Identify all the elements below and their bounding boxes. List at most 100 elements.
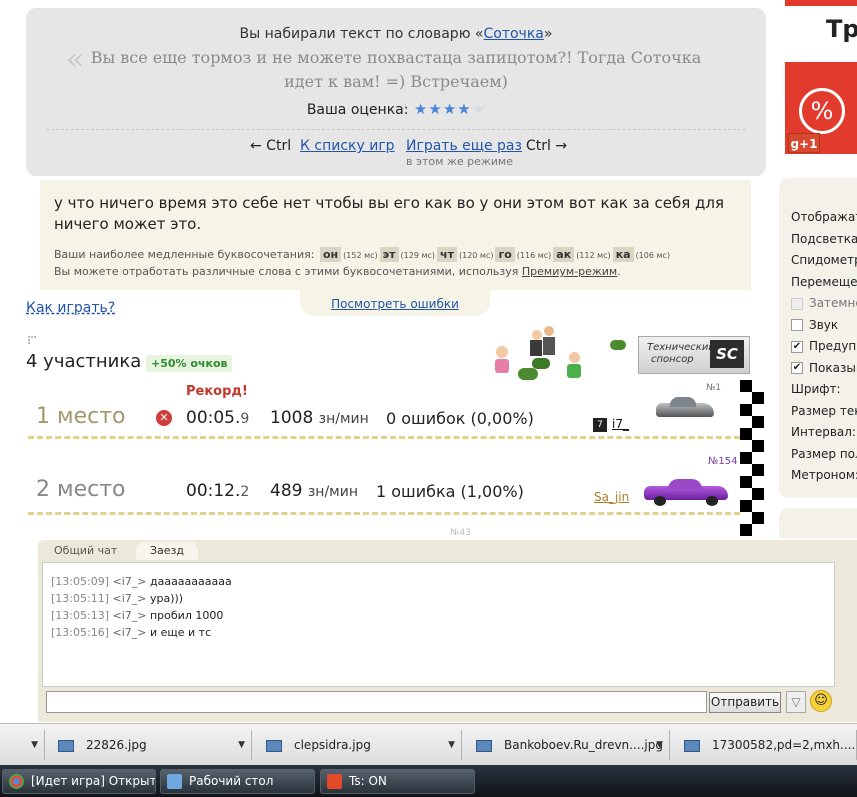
car-icon [518, 368, 538, 380]
star-icon[interactable]: ★ [414, 100, 427, 118]
speed-value: 489 [270, 481, 303, 501]
download-item[interactable]: Bankoboev.Ru_drevn....jpg ▼ [476, 730, 670, 760]
participants-count: 4 участника [26, 351, 142, 372]
chat-message-nick[interactable]: <i7_> [112, 575, 150, 588]
star-icon[interactable]: ★ [443, 100, 456, 118]
taskbar-item-game[interactable]: [Идет игра] Открыт... [2, 769, 156, 794]
time-main: 00:05. [186, 408, 241, 428]
bonus-badge: +50% очков [146, 355, 233, 372]
finish-line [740, 380, 765, 540]
bigram-badge: он [319, 247, 342, 262]
setting-checkbox[interactable] [791, 319, 803, 331]
typed-text: у что ничего время это себе нет чтобы вы… [54, 194, 724, 233]
chevron-down-icon[interactable]: ▼ [31, 730, 38, 760]
setting-label: Подсветка - [791, 231, 857, 246]
player-nick[interactable]: i7_ [612, 417, 629, 431]
bigram-ms: (152 мс) [343, 251, 378, 260]
premium-link[interactable]: Премиум-режим [522, 265, 617, 278]
chat-message-nick[interactable]: <i7_> [112, 626, 150, 639]
setting-item[interactable]: Отображат [791, 210, 857, 224]
tab-general-chat[interactable]: Общий чат [40, 542, 131, 560]
speed-value: 1008 [270, 408, 314, 428]
desktop-icon [167, 774, 182, 789]
download-item-partial[interactable]: ▼ [0, 730, 45, 760]
spectator-group-icon [530, 326, 558, 360]
dictionary-suffix: » [543, 26, 553, 42]
setting-item[interactable]: Интервал: [791, 425, 856, 439]
spectator-icon [566, 352, 582, 380]
setting-item[interactable]: Затемне [791, 296, 857, 310]
chat-message: [13:05:16] <i7_> и еще и тс [51, 626, 211, 639]
dictionary-quote: Вы все еще тормоз и не можете похвастаца… [90, 48, 702, 91]
chat-message: [13:05:13] <i7_> пробил 1000 [51, 609, 223, 622]
remove-icon[interactable]: ✕ [156, 410, 172, 426]
setting-checkbox[interactable]: ✔ [791, 340, 803, 353]
star-icon[interactable]: ★ [472, 100, 485, 118]
setting-checkbox[interactable] [791, 297, 803, 310]
chevron-down-icon[interactable]: ▼ [448, 730, 455, 760]
tab-race-chat[interactable]: Заезд [136, 542, 199, 560]
bigram-ms: (112 мс) [576, 251, 611, 260]
taskbar-item-ts[interactable]: Ts: ON [320, 769, 475, 794]
taskbar-item-desktop[interactable]: Рабочий стол [160, 769, 315, 794]
record-label: Рекорд! [186, 384, 248, 399]
setting-item[interactable]: ✔ Показыв [791, 361, 857, 375]
download-name: Bankoboev.Ru_drevn....jpg [504, 738, 663, 752]
setting-item[interactable]: Размер пол [791, 447, 857, 461]
error-count: 0 ошибок (0,00%) [386, 409, 534, 428]
premium-end: . [617, 265, 621, 278]
time-fraction: 2 [240, 484, 250, 500]
chat-message-time: [13:05:11] [51, 592, 113, 605]
slow-bigrams-label: Ваши наиболее медленные буквосочетания: [54, 248, 315, 261]
star-icon[interactable]: ★ [428, 100, 441, 118]
chat-message-nick[interactable]: <i7_> [112, 592, 150, 605]
dictionary-prefix: Вы набирали текст по словарю « [239, 26, 484, 42]
setting-item[interactable]: Перемещен [791, 275, 857, 289]
send-button[interactable]: Отправить [709, 692, 781, 713]
chat-message-time: [13:05:16] [51, 626, 113, 639]
show-errors-link[interactable]: Посмотреть ошибки [331, 297, 459, 311]
star-icon[interactable]: ★ [457, 100, 470, 118]
spaceship-car-icon [656, 395, 716, 425]
chat-side-strip [848, 568, 857, 718]
downloads-bar: ▼ 22826.jpg ▼ clepsidra.jpg ▼ Bankoboev.Ru_dr… [0, 723, 857, 765]
rating-stars[interactable]: ★★★★★ [413, 100, 485, 118]
player-nick[interactable]: Sa_jin [594, 490, 629, 504]
smiley-icon[interactable]: ☺ [810, 690, 832, 712]
setting-item[interactable]: Размер тек [791, 404, 857, 418]
setting-item[interactable]: Звук [791, 318, 838, 332]
download-item[interactable]: 22826.jpg ▼ [58, 730, 252, 760]
setting-item[interactable]: ✔ Предупр [791, 339, 857, 353]
how-to-play-link[interactable]: Как играть? [26, 300, 115, 316]
google-plus-button[interactable]: g+1 [788, 133, 820, 153]
chat-message-text: ура))) [149, 592, 184, 605]
chat-input[interactable] [46, 691, 707, 713]
setting-label: Интервал: [791, 425, 856, 439]
back-shortcut: ← Ctrl [250, 138, 292, 154]
chevron-down-icon[interactable]: ▼ [656, 730, 663, 760]
download-name: 22826.jpg [86, 738, 147, 752]
finish-time: 00:12.2 [186, 481, 249, 501]
image-file-icon [58, 739, 74, 752]
chat-message-text: дааааааааааа [149, 575, 232, 588]
chat-log[interactable]: [13:05:09] <i7_> дааааааааааа [13:05:11]… [42, 562, 835, 687]
dictionary-link[interactable]: Соточка [484, 26, 544, 42]
setting-label: Звук [809, 317, 839, 332]
time-fraction: 9 [240, 411, 250, 427]
filter-icon[interactable]: ▽ [786, 691, 806, 713]
setting-label: Отображат [791, 210, 857, 224]
play-again-link[interactable]: Играть еще раз [406, 138, 522, 154]
setting-item[interactable]: Метроном: [791, 468, 857, 482]
setting-item[interactable]: Спидометр [791, 253, 857, 267]
back-to-games-link[interactable]: К списку игр [300, 138, 395, 154]
typed-text-panel: у что ничего время это себе нет чтобы вы… [40, 180, 751, 290]
drag-handle-icon[interactable] [28, 336, 36, 344]
chat-message: [13:05:09] <i7_> дааааааааааа [51, 575, 232, 588]
chevron-down-icon[interactable]: ▼ [238, 730, 245, 760]
setting-checkbox[interactable]: ✔ [791, 362, 803, 374]
setting-item[interactable]: Подсветка - [791, 232, 857, 246]
download-item[interactable]: 17300582,pd=2,mxh.... [684, 730, 857, 760]
chat-message-nick[interactable]: <i7_> [112, 609, 150, 622]
download-item[interactable]: clepsidra.jpg ▼ [266, 730, 462, 760]
setting-item[interactable]: Шрифт: [791, 382, 841, 396]
